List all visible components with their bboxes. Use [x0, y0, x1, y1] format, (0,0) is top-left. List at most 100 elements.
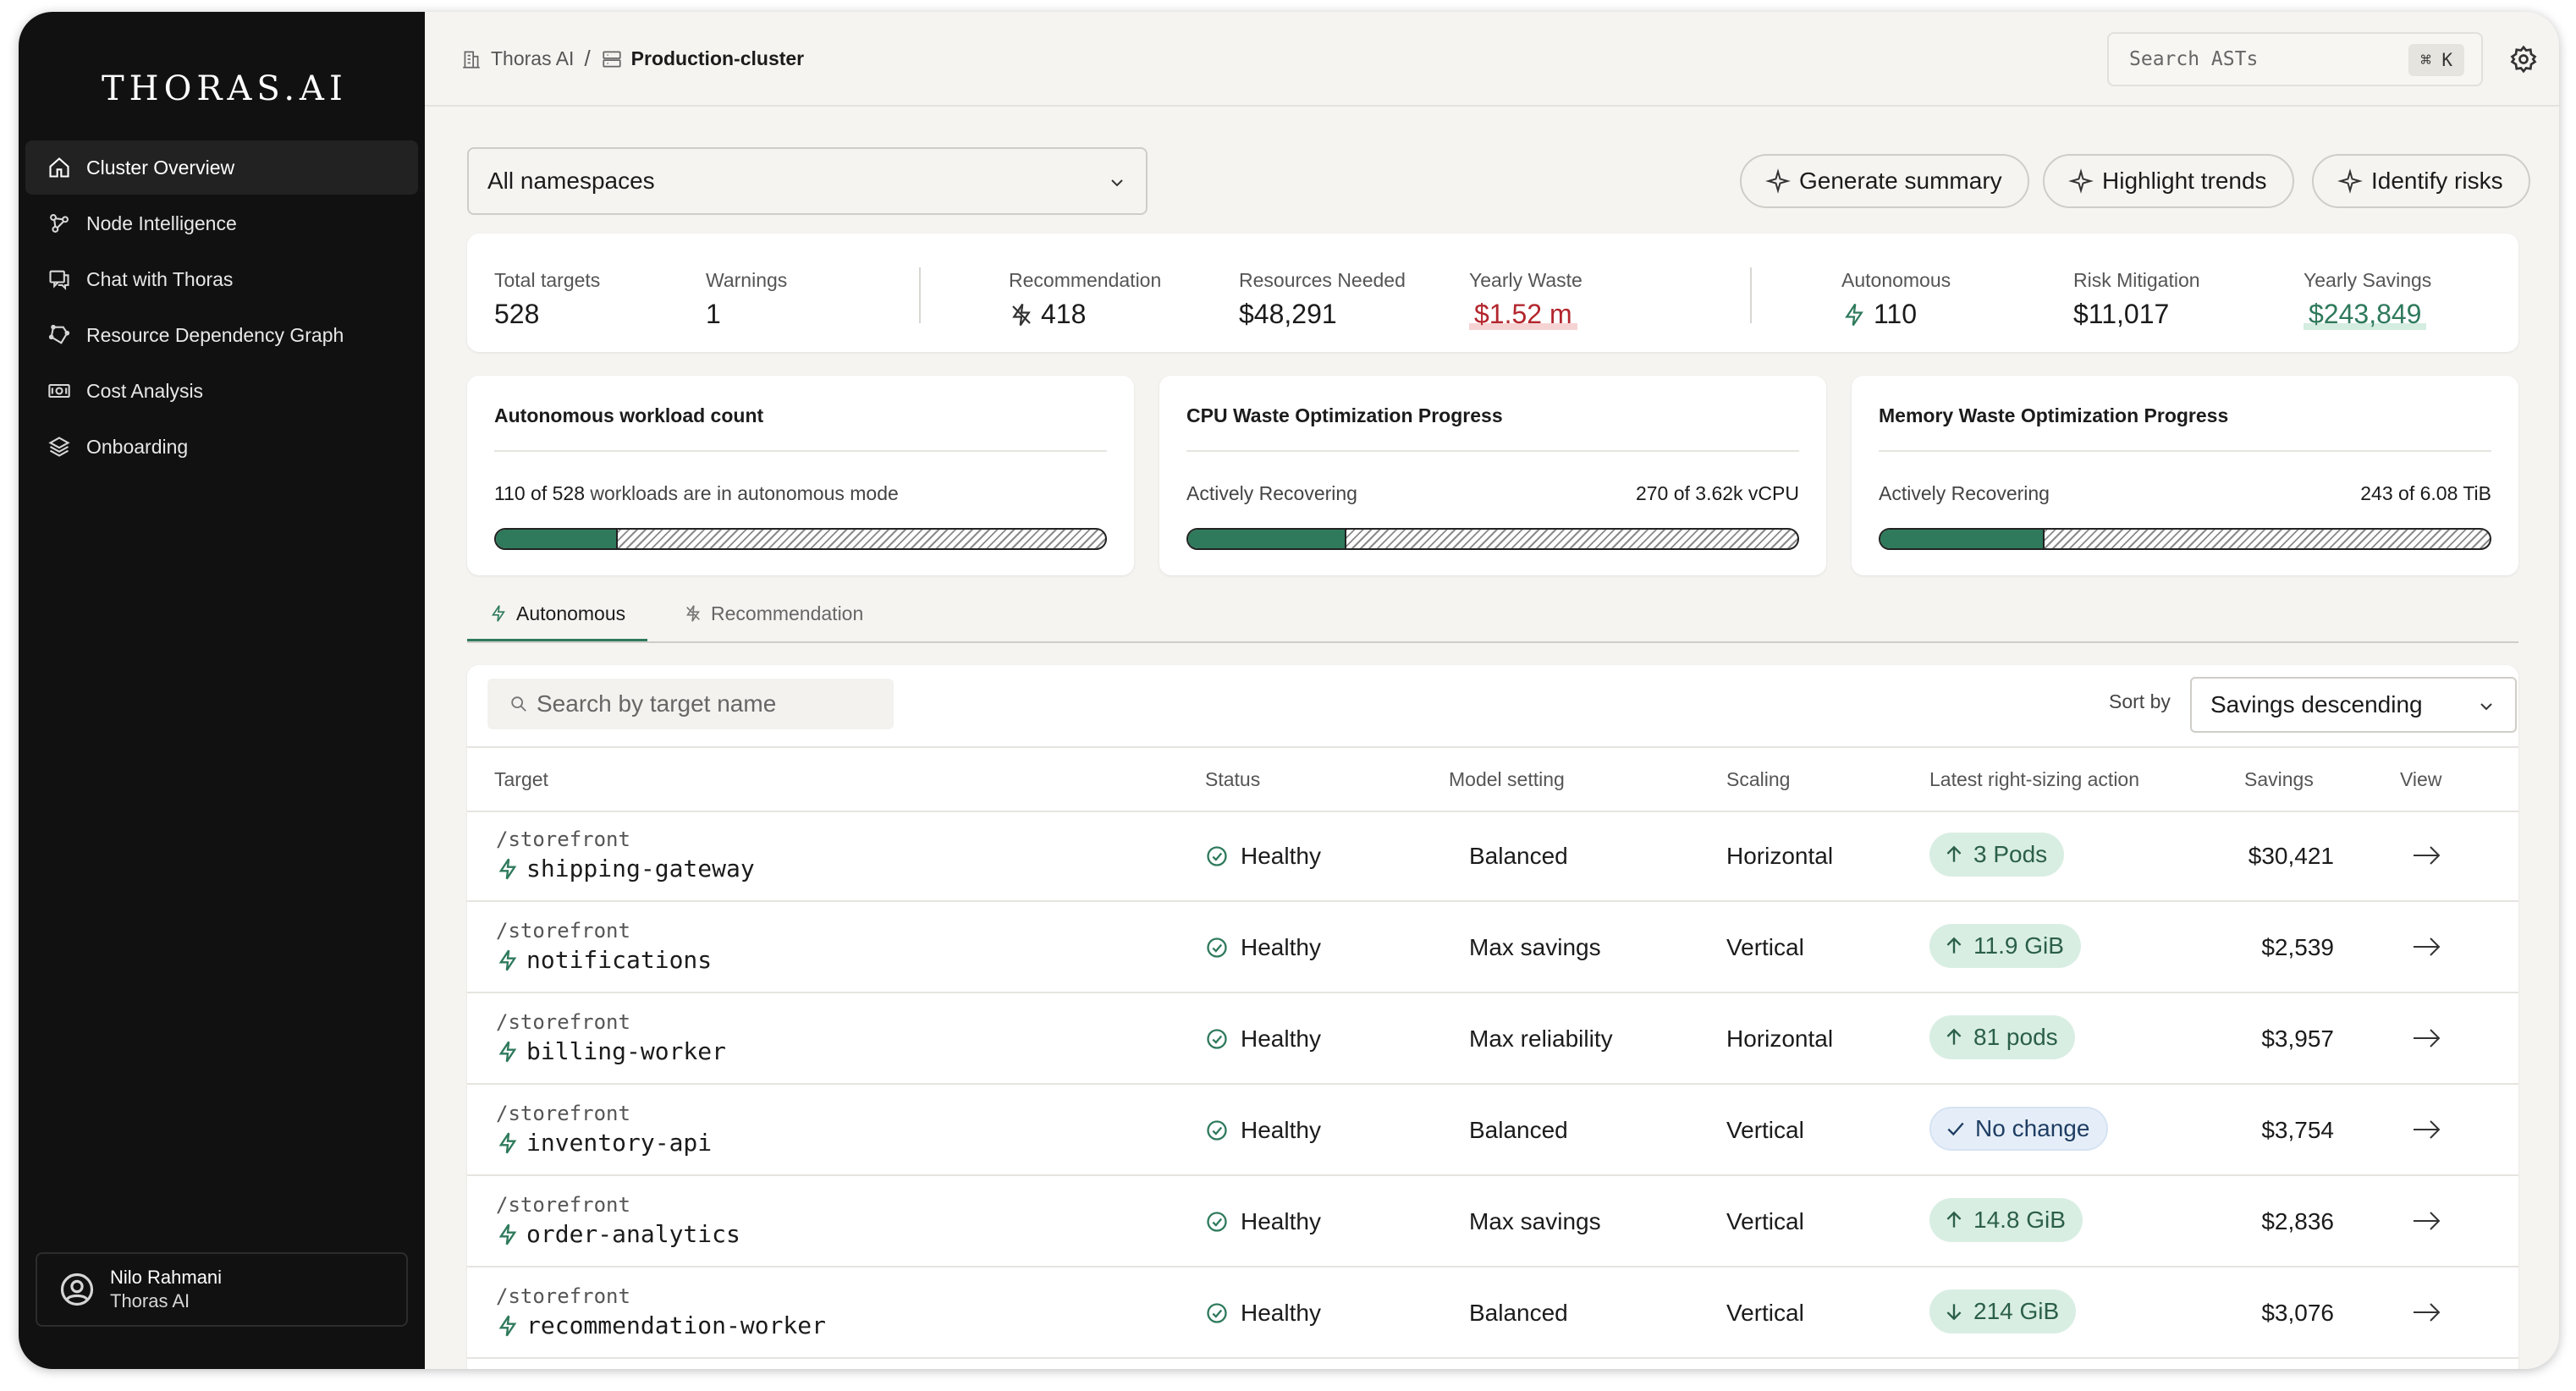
table-row[interactable]: /storefront inventory-api Healthy Balanced V…	[467, 1086, 2518, 1176]
arrow-right-icon[interactable]	[2410, 1025, 2444, 1051]
stat-value: $1.52 m	[1469, 299, 1577, 330]
sidebar-item-onboarding[interactable]: Onboarding	[25, 420, 418, 474]
row-status: Healthy	[1205, 1025, 1321, 1053]
row-target-name[interactable]: order-analytics	[496, 1220, 740, 1248]
search-shortcut-badge: ⌘ K	[2408, 44, 2464, 76]
sidebar-item-cluster-overview[interactable]: Cluster Overview	[25, 140, 418, 195]
row-action-label: 3 Pods	[1973, 841, 2048, 867]
checkmark-icon	[1947, 1122, 1964, 1136]
sidebar-item-resource-graph[interactable]: Resource Dependency Graph	[25, 308, 418, 362]
arrow-right-icon[interactable]	[2410, 843, 2444, 868]
sort-select-value: Savings descending	[2210, 691, 2423, 717]
generate-summary-label: Generate summary	[1799, 168, 2002, 194]
table-row[interactable]: /storefront shipping-gateway Healthy Balanc…	[467, 812, 2518, 902]
building-icon	[463, 50, 480, 69]
breadcrumb-cluster[interactable]: Production-cluster	[631, 47, 804, 70]
column-header-savings[interactable]: Savings	[2244, 768, 2314, 791]
stat-label: Autonomous	[1841, 269, 1951, 291]
generate-summary-button[interactable]: Generate summary	[1740, 154, 2029, 208]
row-namespace: /storefront	[496, 1284, 630, 1308]
sort-label: Sort by	[2109, 690, 2171, 712]
column-header-scaling[interactable]: Scaling	[1726, 768, 1790, 791]
table-row[interactable]: /storefront billing-worker Healthy Max reli…	[467, 995, 2518, 1085]
row-target-name[interactable]: inventory-api	[496, 1129, 712, 1157]
row-action-label: 81 pods	[1973, 1024, 2058, 1050]
namespace-select-value: All namespaces	[487, 168, 655, 194]
arrow-right-icon[interactable]	[2410, 1117, 2444, 1142]
sidebar-item-cost-analysis[interactable]: Cost Analysis	[25, 364, 418, 418]
row-status: Healthy	[1205, 934, 1321, 961]
column-header-target[interactable]: Target	[494, 768, 548, 791]
sidebar-item-label: Cost Analysis	[86, 379, 204, 402]
table-row[interactable]: /storefront notifications Healthy Max savin…	[467, 904, 2518, 993]
row-model-setting: Balanced	[1469, 843, 1568, 869]
row-target-label: billing-worker	[526, 1037, 727, 1065]
sparkle-icon	[1765, 168, 1791, 194]
row-savings: $30,421	[2248, 843, 2334, 869]
row-scaling: Horizontal	[1726, 1025, 1834, 1052]
highlight-trends-button[interactable]: Highlight trends	[2043, 154, 2294, 208]
lightning-icon	[498, 858, 517, 879]
progress-bar-fill	[1188, 530, 1347, 548]
row-namespace: /storefront	[496, 827, 630, 851]
row-action-label: No change	[1975, 1115, 2090, 1141]
row-savings: $3,076	[2261, 1300, 2334, 1326]
column-header-model-setting[interactable]: Model setting	[1449, 768, 1565, 791]
sidebar-item-chat[interactable]: Chat with Thoras	[25, 252, 418, 306]
stats-card: Total targets 528 Warnings 1 Recommendat…	[467, 234, 2518, 352]
home-icon	[49, 157, 69, 178]
row-scaling: Vertical	[1726, 1300, 1804, 1326]
sidebar-item-node-intelligence[interactable]: Node Intelligence	[25, 196, 418, 250]
chevron-down-icon	[1111, 179, 1123, 187]
global-search-input[interactable]: Search ASTs ⌘ K	[2107, 32, 2483, 86]
table-row[interactable]: /storefront recommendation-worker Healthy B…	[467, 1269, 2518, 1359]
stat-value: $11,017	[2073, 299, 2170, 329]
arrow-right-icon[interactable]	[2410, 1300, 2444, 1325]
tab-autonomous[interactable]: Autonomous	[467, 602, 648, 641]
namespace-select[interactable]: All namespaces	[467, 147, 1148, 215]
row-target-name[interactable]: recommendation-worker	[496, 1311, 826, 1339]
row-status: Healthy	[1205, 843, 1321, 870]
global-search-placeholder: Search ASTs	[2129, 48, 2259, 70]
stat-label: Yearly Waste	[1469, 269, 1582, 291]
row-model-setting: Max savings	[1469, 934, 1601, 960]
table-row[interactable]: /storefront	[467, 1361, 2518, 1369]
progress-text: workloads are in autonomous mode	[585, 482, 899, 504]
check-circle-icon	[1207, 846, 1227, 866]
gear-icon[interactable]	[2508, 44, 2539, 74]
stat-value: 1	[706, 299, 721, 329]
row-target-name[interactable]: shipping-gateway	[496, 855, 755, 882]
targets-table-card: Search by target name Sort by Savings de…	[467, 665, 2518, 1369]
stat-recommendation: Recommendation 418	[1009, 269, 1161, 330]
row-action-label: 14.8 GiB	[1973, 1207, 2066, 1233]
arrow-right-icon[interactable]	[2410, 1208, 2444, 1234]
arrow-up-icon	[1946, 1028, 1962, 1045]
lightning-icon	[1845, 303, 1863, 326]
tab-recommendation[interactable]: Recommendation	[662, 602, 885, 641]
target-search-input[interactable]: Search by target name	[487, 679, 894, 729]
breadcrumb-org[interactable]: Thoras AI	[491, 47, 574, 70]
row-target-name[interactable]: notifications	[496, 946, 712, 974]
column-header-latest-action[interactable]: Latest right-sizing action	[1929, 768, 2139, 791]
row-status-label: Healthy	[1241, 1208, 1321, 1234]
server-icon	[603, 50, 621, 68]
lightning-icon	[492, 605, 505, 622]
stat-value: 528	[494, 299, 540, 329]
row-target-name[interactable]: billing-worker	[496, 1037, 726, 1065]
identify-risks-button[interactable]: Identify risks	[2312, 154, 2530, 208]
layers-icon	[48, 437, 70, 457]
arrow-up-icon	[1946, 1211, 1962, 1228]
row-savings: $2,539	[2261, 934, 2334, 960]
sort-select[interactable]: Savings descending	[2190, 677, 2517, 733]
row-savings: $2,836	[2261, 1208, 2334, 1234]
row-namespace: /storefront	[496, 1010, 630, 1034]
row-target-label: inventory-api	[526, 1129, 713, 1157]
table-row[interactable]: /storefront order-analytics Healthy Max sav…	[467, 1178, 2518, 1267]
tab-label: Autonomous	[516, 602, 626, 624]
arrow-right-icon[interactable]	[2410, 934, 2444, 959]
user-card[interactable]: Nilo Rahmani Thoras AI	[36, 1252, 408, 1327]
column-header-status[interactable]: Status	[1205, 768, 1260, 791]
recommendation-icon	[1012, 303, 1031, 326]
autonomous-workload-card: Autonomous workload count 110 of 528 wor…	[467, 376, 1134, 575]
row-status-label: Healthy	[1241, 1025, 1321, 1052]
